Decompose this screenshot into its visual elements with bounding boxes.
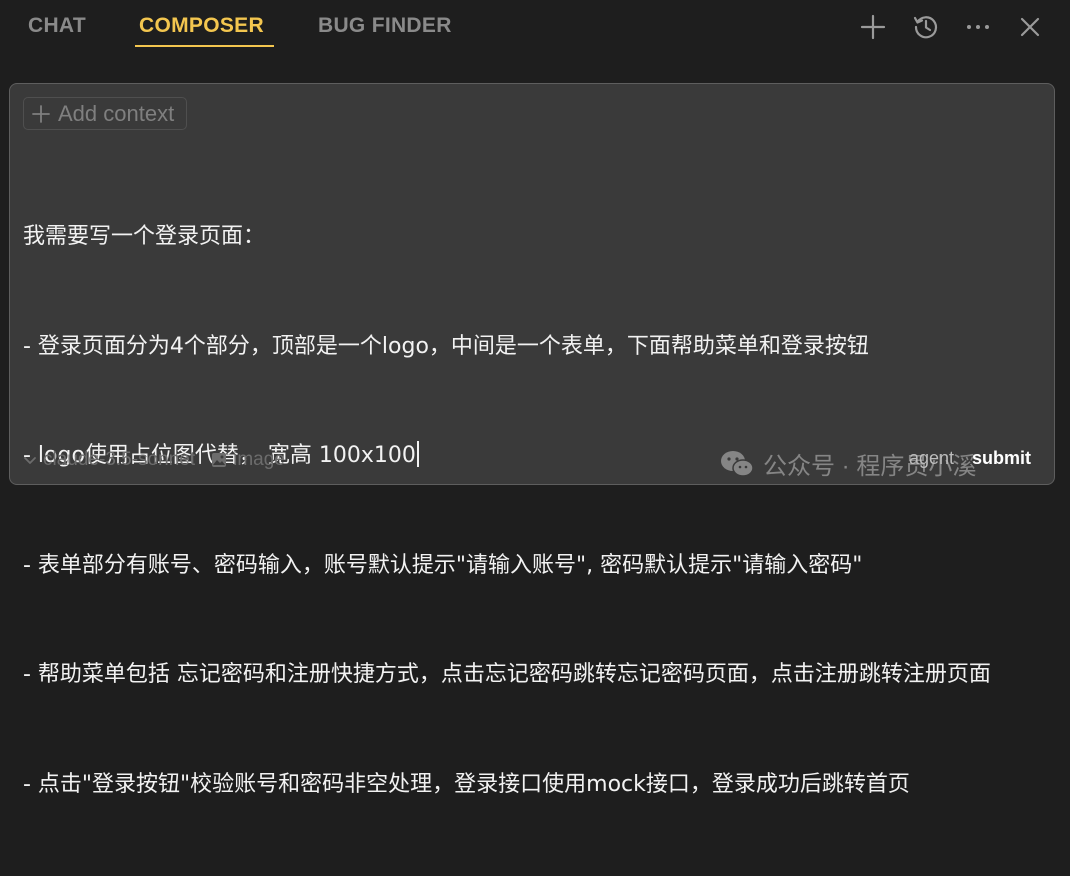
more-icon [967,25,989,29]
wechat-icon [721,450,754,477]
tab-bug-finder[interactable]: BUG FINDER [318,14,452,38]
plus-icon [32,104,50,123]
agent-mode-button[interactable]: agent [909,448,954,469]
image-icon [212,453,227,467]
submit-button[interactable]: submit [972,448,1031,469]
more-options-button[interactable] [961,10,995,44]
submit-controls: agent submit [909,448,1031,469]
model-name: claude-3.5-sonnet [43,449,196,470]
prompt-line: - 点击"登录按钮"校验账号和密码非空处理，登录接口使用mock接口，登录成功后… [23,771,910,797]
image-label: image [233,449,285,470]
close-icon [1020,17,1040,37]
attach-image-button[interactable]: image [211,449,285,471]
tab-composer[interactable]: COMPOSER [139,14,264,38]
prompt-line: - 表单部分有账号、密码输入，账号默认提示"请输入账号", 密码默认提示"请输入… [23,552,863,578]
active-tab-indicator [135,45,274,47]
composer-panel: Add context 我需要写一个登录页面： - 登录页面分为4个部分，顶部是… [9,83,1055,797]
add-context-label: Add context [58,100,175,126]
tab-bar: CHAT COMPOSER BUG FINDER [0,0,1070,64]
close-panel-button[interactable] [1013,10,1047,44]
composer-footer: claude-3.5-sonnet image 公众号 · 程序员小溪 agen… [23,446,1041,480]
new-composer-button[interactable] [856,10,890,44]
chevron-down-icon [24,457,36,464]
prompt-input[interactable]: 我需要写一个登录页面： - 登录页面分为4个部分，顶部是一个logo，中间是一个… [23,146,1043,876]
plus-icon [860,14,886,40]
model-selector[interactable]: claude-3.5-sonnet [23,449,195,471]
add-context-button[interactable]: Add context [23,97,188,130]
prompt-line: - 帮助菜单包括 忘记密码和注册快捷方式，点击忘记密码跳转忘记密码页面，点击注册… [23,662,991,687]
history-icon [913,16,938,39]
prompt-line: - 登录页面分为4个部分，顶部是一个logo，中间是一个表单，下面帮助菜单和登录… [23,333,869,359]
history-button[interactable] [909,10,943,44]
tab-chat[interactable]: CHAT [28,14,86,38]
prompt-line: 我需要写一个登录页面： [23,224,266,249]
